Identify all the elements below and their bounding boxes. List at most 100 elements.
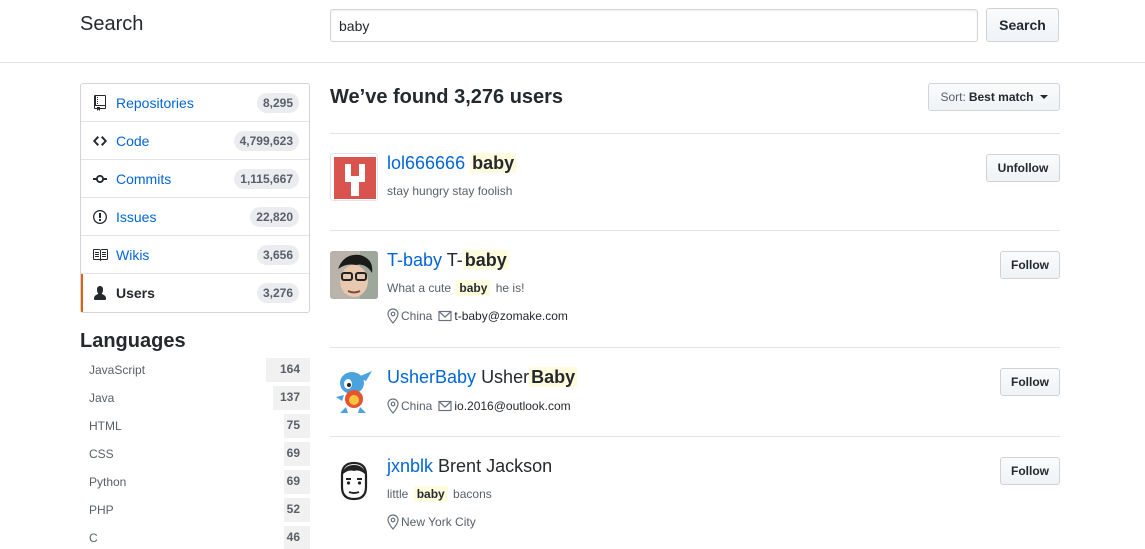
user-name-line: UsherBaby Usher Baby (387, 365, 578, 389)
user-bio: What a cute baby he is! (387, 280, 525, 296)
menu-item-label: Commits (116, 170, 172, 187)
user-fullname: T- (446, 250, 463, 270)
issue-icon (92, 209, 108, 225)
language-row[interactable]: HTML 75 (80, 412, 310, 440)
language-row[interactable]: C 46 (80, 524, 310, 549)
menu-item-label: Code (116, 132, 150, 149)
language-row[interactable]: PHP 52 (80, 496, 310, 524)
sort-dropdown[interactable]: Sort: Best match (928, 83, 1060, 111)
language-name: Python (89, 475, 127, 489)
mail-icon (438, 400, 452, 412)
email[interactable]: t-baby@zomake.com (438, 309, 568, 323)
language-count: 52 (286, 502, 300, 516)
name-highlight: baby (462, 250, 509, 270)
language-row[interactable]: JavaScript 164 (80, 356, 310, 384)
location: New York City (387, 514, 476, 530)
bio-text: What a cute (387, 281, 452, 295)
bio-text: bacons (453, 487, 492, 501)
results-count-title: We’ve found 3,276 users (330, 86, 564, 108)
language-name: CSS (89, 447, 114, 461)
sort-prefix: Sort: (940, 90, 966, 104)
location-text: China (401, 399, 433, 413)
count-badge: 3,656 (256, 245, 299, 265)
avatar[interactable] (330, 367, 378, 415)
user-login-link[interactable]: T-baby (387, 250, 442, 270)
user-meta: New York City (387, 514, 482, 530)
language-row[interactable]: Java 137 (80, 384, 310, 412)
follow-button[interactable]: Follow (1000, 251, 1060, 279)
commit-icon (92, 171, 108, 187)
language-count: 164 (279, 362, 300, 376)
language-row[interactable]: CSS 69 (80, 440, 310, 468)
user-result: UsherBaby Usher Baby China io.2016@outloo… (330, 365, 1060, 425)
bio-text: stay hungry stay foolish (387, 184, 513, 198)
location-icon (387, 514, 399, 530)
follow-button[interactable]: Follow (1000, 457, 1060, 485)
bio-highlight: baby (456, 280, 491, 296)
language-count: 75 (286, 418, 300, 432)
menu-item-label: Users (116, 285, 155, 301)
book-icon (92, 247, 108, 263)
email[interactable]: io.2016@outlook.com (438, 399, 571, 413)
count-badge: 8,295 (256, 93, 299, 113)
menu-item-commits[interactable]: Commits 1,115,667 (81, 160, 309, 198)
location-text: China (401, 309, 433, 323)
language-name: PHP (89, 503, 114, 517)
language-count: 69 (286, 446, 300, 460)
page-title: Search (80, 13, 144, 35)
menu-item-users[interactable]: Users 3,276 (81, 274, 309, 312)
languages-list: JavaScript 164 Java 137 HTML 75 CSS 69 P… (80, 356, 310, 549)
menu-item-wikis[interactable]: Wikis 3,656 (81, 236, 309, 274)
language-row[interactable]: Python 69 (80, 468, 310, 496)
avatar[interactable] (330, 457, 378, 505)
menu-item-label: Wikis (116, 246, 150, 263)
language-name: C (89, 531, 98, 545)
user-result: jxnblk Brent Jackson little baby bacons … (330, 454, 1060, 539)
email-text[interactable]: io.2016@outlook.com (454, 399, 570, 413)
language-count: 137 (279, 390, 300, 404)
unfollow-button[interactable]: Unfollow (986, 154, 1060, 182)
user-meta: China t-baby@zomake.com (387, 308, 574, 324)
menu-item-code[interactable]: Code 4,799,623 (81, 122, 309, 160)
bio-text: little (387, 487, 409, 501)
caret-down-icon (1039, 95, 1048, 99)
name-highlight: Baby (529, 367, 578, 387)
bio-highlight: baby (413, 486, 448, 502)
mail-icon (438, 310, 452, 322)
avatar[interactable] (330, 251, 378, 299)
menu-item-label: Repositories (116, 94, 194, 111)
count-badge: 3,276 (256, 283, 299, 303)
user-fullname: Usher (481, 367, 530, 387)
language-count: 69 (286, 474, 300, 488)
follow-button[interactable]: Follow (1000, 368, 1060, 396)
user-login-link[interactable]: jxnblk (387, 456, 433, 476)
user-name-line: jxnblk Brent Jackson (387, 454, 552, 478)
menu-item-issues[interactable]: Issues 22,820 (81, 198, 309, 236)
user-login-link[interactable]: UsherBaby (387, 367, 476, 387)
repo-icon (92, 94, 108, 111)
search-input[interactable] (330, 9, 978, 42)
language-name: HTML (89, 419, 122, 433)
divider (330, 436, 1060, 437)
user-bio: little baby bacons (387, 486, 492, 502)
sort-value: Best match (968, 90, 1034, 104)
avatar[interactable] (330, 153, 378, 201)
bio-text: he is! (495, 281, 525, 295)
user-login-link[interactable]: lol666666 (387, 153, 465, 173)
user-result: T-baby T-baby What a cute baby he is! Ch… (330, 248, 1060, 333)
count-badge: 22,820 (250, 207, 299, 227)
location: China (387, 398, 432, 414)
location: China (387, 308, 432, 324)
language-count: 46 (286, 530, 300, 544)
top-bar: Search Search (0, 0, 1145, 63)
language-name: JavaScript (89, 363, 146, 377)
email-text[interactable]: t-baby@zomake.com (454, 309, 568, 323)
languages-title: Languages (80, 330, 186, 352)
search-type-menu: Repositories 8,295 Code 4,799,623 Commit… (80, 83, 310, 313)
search-button[interactable]: Search (986, 8, 1059, 42)
user-result: lol666666 baby stay hungry stay foolish … (330, 151, 1060, 211)
menu-item-repositories[interactable]: Repositories 8,295 (81, 84, 309, 122)
location-icon (387, 308, 399, 324)
user-fullname: Brent Jackson (438, 456, 553, 476)
user-meta: China io.2016@outlook.com (387, 398, 577, 414)
